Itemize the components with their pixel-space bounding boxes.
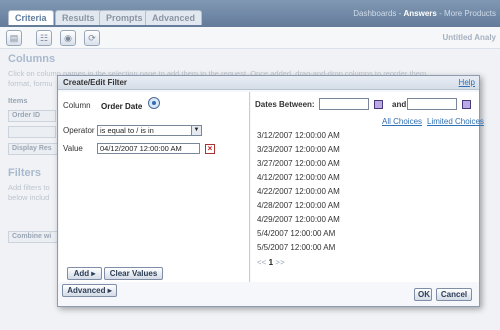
date-choice[interactable]: 3/12/2007 12:00:00 AM <box>257 131 340 140</box>
pager-prev[interactable]: << <box>257 258 266 267</box>
date-choice[interactable]: 4/28/2007 12:00:00 AM <box>257 201 340 210</box>
help-link[interactable]: Help <box>459 78 475 87</box>
start-date-input[interactable] <box>319 98 369 110</box>
column-name: Order Date <box>101 102 143 111</box>
date-choice[interactable]: 4/12/2007 12:00:00 AM <box>257 173 340 182</box>
dialog-title: Create/Edit Filter <box>63 78 128 87</box>
end-date-input[interactable] <box>407 98 457 110</box>
ok-button[interactable]: OK <box>414 288 432 301</box>
dates-between-label: Dates Between: <box>255 100 315 109</box>
limited-choices-link[interactable]: Limited Choices <box>427 117 484 126</box>
pager: << 1 >> <box>257 258 285 267</box>
column-properties-icon[interactable] <box>148 97 160 109</box>
column-label: Column <box>63 101 91 110</box>
and-label: and <box>392 100 407 109</box>
date-choice[interactable]: 5/5/2007 12:00:00 AM <box>257 243 335 252</box>
date-choice[interactable]: 4/22/2007 12:00:00 AM <box>257 187 340 196</box>
date-choice[interactable]: 3/27/2007 12:00:00 AM <box>257 159 340 168</box>
chevron-down-icon[interactable]: ▼ <box>191 126 201 135</box>
cancel-button[interactable]: Cancel <box>436 288 472 301</box>
add-button-label: Add <box>73 269 90 278</box>
advanced-button[interactable]: Advanced ▸ <box>62 284 117 297</box>
pager-next[interactable]: >> <box>275 258 284 267</box>
delete-value-icon[interactable]: × <box>205 144 215 154</box>
value-label: Value <box>63 144 83 153</box>
value-input[interactable]: 04/12/2007 12:00:00 AM <box>97 143 200 154</box>
advanced-button-label: Advanced <box>67 286 106 295</box>
create-edit-filter-dialog: Create/Edit Filter Help Column Order Dat… <box>57 75 484 307</box>
date-choice[interactable]: 5/4/2007 12:00:00 AM <box>257 229 335 238</box>
calendar-icon[interactable] <box>374 100 383 109</box>
date-choice[interactable]: 3/23/2007 12:00:00 AM <box>257 145 340 154</box>
operator-select[interactable]: is equal to / is in ▼ <box>97 125 202 136</box>
operator-label: Operator <box>63 126 95 135</box>
calendar-icon[interactable] <box>462 100 471 109</box>
add-button[interactable]: Add ▸ <box>67 267 102 280</box>
operator-value: is equal to / is in <box>100 126 154 135</box>
all-choices-link[interactable]: All Choices <box>382 117 422 126</box>
filter-right-pane: Dates Between: and All Choices Limited C… <box>251 92 484 282</box>
filter-left-pane: Column Order Date Operator is equal to /… <box>59 92 250 282</box>
date-choice[interactable]: 4/29/2007 12:00:00 AM <box>257 215 340 224</box>
pager-current: 1 <box>268 258 274 267</box>
dialog-title-bar: Create/Edit Filter Help <box>58 76 479 90</box>
clear-values-button[interactable]: Clear Values <box>104 267 163 280</box>
